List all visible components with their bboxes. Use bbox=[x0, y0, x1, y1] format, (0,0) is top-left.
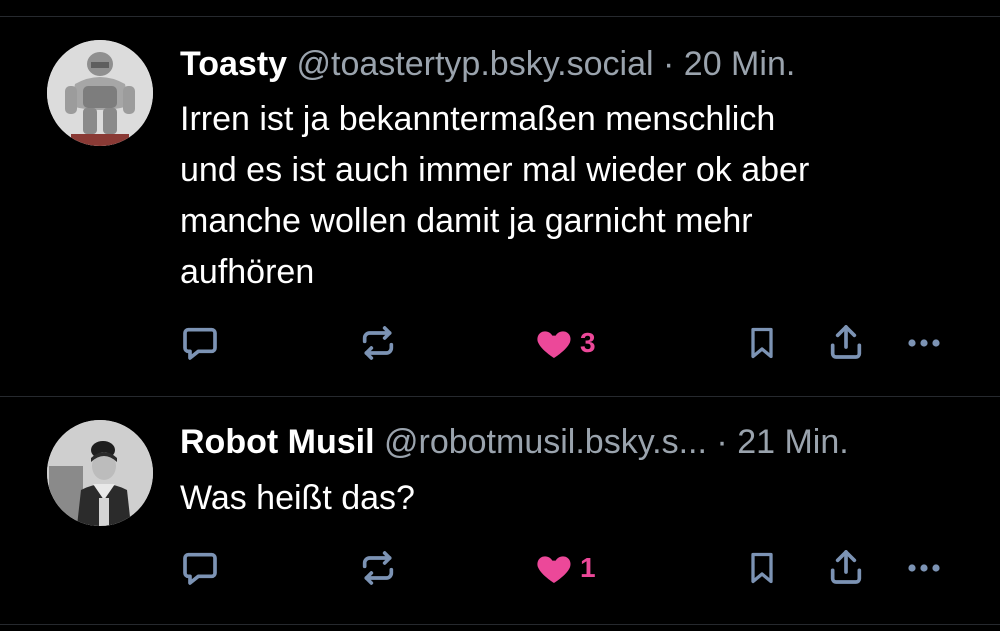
reply-button[interactable] bbox=[180, 548, 220, 588]
more-icon bbox=[908, 564, 940, 572]
reply-button[interactable] bbox=[180, 323, 220, 363]
more-icon bbox=[908, 339, 940, 347]
bookmark-icon bbox=[751, 327, 773, 359]
repost-icon bbox=[362, 551, 394, 585]
share-icon bbox=[830, 325, 862, 359]
more-button[interactable] bbox=[904, 548, 944, 588]
bottom-divider bbox=[0, 624, 1000, 625]
repost-icon bbox=[362, 326, 394, 360]
heart-icon bbox=[537, 556, 571, 583]
author-name[interactable]: Robot Musil bbox=[180, 423, 375, 461]
like-count: 3 bbox=[580, 327, 596, 358]
post-text: Was heißt das? bbox=[180, 479, 415, 517]
bookmark-button[interactable] bbox=[744, 323, 780, 363]
avatar[interactable] bbox=[47, 420, 153, 526]
repost-button[interactable] bbox=[358, 548, 398, 588]
post-header: Robot Musil @robotmusil.bsky.s... · 21 M… bbox=[180, 422, 849, 462]
post-time[interactable]: 21 Min. bbox=[737, 423, 849, 461]
author-handle[interactable]: @toastertyp.bsky.social bbox=[297, 45, 654, 83]
post-header: Toasty @toastertyp.bsky.social · 20 Min. bbox=[180, 44, 795, 84]
share-button[interactable] bbox=[826, 322, 866, 362]
separator-dot: · bbox=[663, 45, 675, 83]
bookmark-icon bbox=[751, 552, 773, 584]
like-count: 1 bbox=[580, 552, 596, 583]
heart-icon bbox=[537, 331, 571, 358]
avatar[interactable] bbox=[47, 40, 153, 146]
like-button[interactable]: 3 bbox=[534, 323, 596, 363]
more-button[interactable] bbox=[904, 323, 944, 363]
share-icon bbox=[830, 550, 862, 584]
post-1[interactable]: Toasty @toastertyp.bsky.social · 20 Min.… bbox=[0, 17, 1000, 395]
post-2[interactable]: Robot Musil @robotmusil.bsky.s... · 21 M… bbox=[0, 397, 1000, 623]
separator-dot: · bbox=[716, 423, 728, 461]
post-time[interactable]: 20 Min. bbox=[684, 45, 796, 83]
reply-icon bbox=[183, 552, 217, 585]
bookmark-button[interactable] bbox=[744, 548, 780, 588]
share-button[interactable] bbox=[826, 547, 866, 587]
repost-button[interactable] bbox=[358, 323, 398, 363]
author-handle[interactable]: @robotmusil.bsky.s... bbox=[384, 423, 707, 461]
like-button[interactable]: 1 bbox=[534, 548, 596, 588]
reply-icon bbox=[183, 327, 217, 360]
author-name[interactable]: Toasty bbox=[180, 45, 287, 83]
post-text: Irren ist ja bekanntermaßen menschlich u… bbox=[180, 100, 810, 291]
